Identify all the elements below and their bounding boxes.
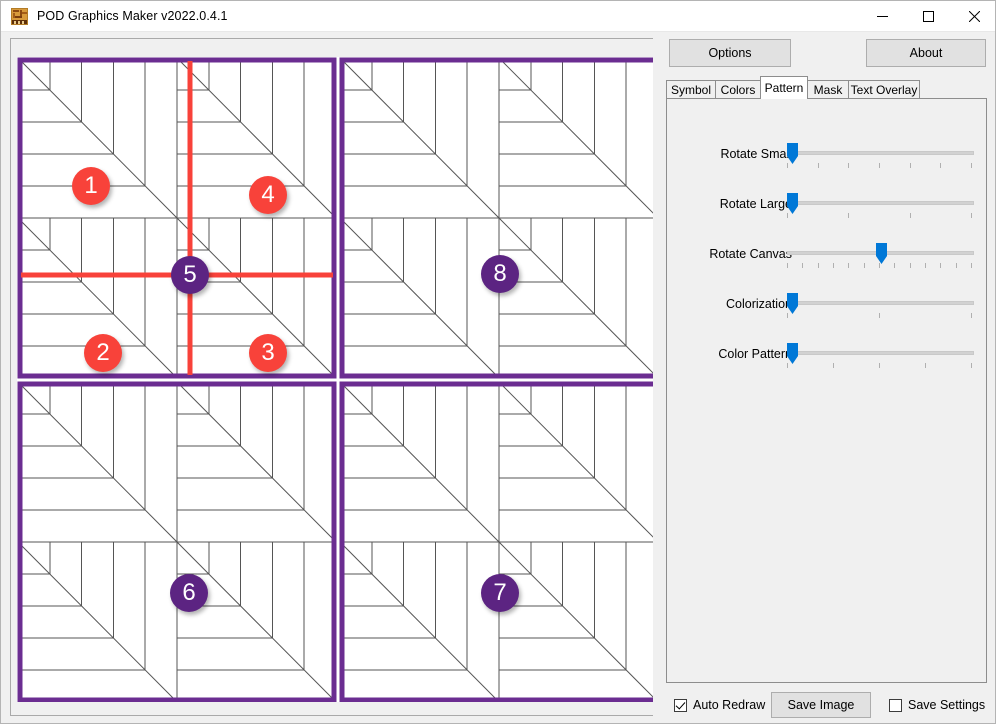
tab-pattern[interactable]: Pattern — [760, 76, 808, 99]
slider-ticks — [787, 163, 974, 169]
slider-rail — [787, 351, 974, 355]
pattern-marker-label: 5 — [183, 261, 196, 289]
slider-rotate-canvas[interactable] — [787, 241, 974, 281]
slider-label: Colorization — [726, 297, 792, 311]
save-image-button[interactable]: Save Image — [771, 692, 871, 718]
pattern-artwork — [17, 57, 653, 702]
tab-text-overlay[interactable]: Text Overlay — [848, 80, 920, 99]
tab-strip: Symbol Colors Pattern Mask Text Overlay — [666, 79, 987, 99]
slider-label: Color Pattern — [718, 347, 792, 361]
pattern-marker-5[interactable]: 5 — [171, 256, 209, 294]
minimize-icon[interactable] — [859, 1, 905, 31]
tab-label: Pattern — [765, 81, 804, 95]
slider-rail — [787, 151, 974, 155]
slider-rail — [787, 201, 974, 205]
app-pattern-icon — [11, 8, 28, 25]
save-settings-label: Save Settings — [908, 698, 985, 712]
slider-colorization[interactable] — [787, 291, 974, 331]
slider-ticks — [787, 313, 974, 319]
slider-label: Rotate Large — [720, 197, 792, 211]
controls-panel: Options About Symbol Colors Pattern Mask Tex… — [661, 34, 991, 719]
title-bar: POD Graphics Maker v2022.0.4.1 — [1, 1, 996, 32]
slider-row-colorization: Colorization — [667, 291, 988, 337]
slider-rotate-large[interactable] — [787, 191, 974, 231]
slider-thumb[interactable] — [787, 143, 798, 164]
pattern-marker-label: 8 — [493, 260, 506, 288]
pattern-marker-3[interactable]: 3 — [249, 334, 287, 372]
pattern-marker-label: 1 — [84, 172, 97, 200]
slider-thumb[interactable] — [787, 193, 798, 214]
artwork-canvas[interactable]: 1 2 3 4 5 6 7 8 — [17, 57, 653, 702]
pattern-marker-label: 3 — [261, 339, 274, 367]
tab-colors[interactable]: Colors — [715, 80, 761, 99]
slider-row-color-pattern: Color Pattern — [667, 341, 988, 387]
pattern-marker-label: 6 — [182, 579, 195, 607]
slider-color-pattern[interactable] — [787, 341, 974, 381]
slider-rail — [787, 301, 974, 305]
slider-thumb[interactable] — [787, 343, 798, 364]
tab-label: Text Overlay — [851, 83, 918, 97]
pattern-marker-7[interactable]: 7 — [481, 574, 519, 612]
options-button[interactable]: Options — [669, 39, 791, 67]
pattern-marker-4[interactable]: 4 — [249, 176, 287, 214]
pattern-marker-8[interactable]: 8 — [481, 255, 519, 293]
tab-label: Symbol — [671, 83, 711, 97]
slider-row-rotate-small: Rotate Small — [667, 141, 988, 187]
slider-thumb[interactable] — [787, 293, 798, 314]
about-button[interactable]: About — [866, 39, 986, 67]
pattern-marker-label: 7 — [493, 579, 506, 607]
slider-row-rotate-canvas: Rotate Canvas — [667, 241, 988, 287]
application-window: POD Graphics Maker v2022.0.4.1 12345678 … — [0, 0, 996, 724]
auto-redraw-checkbox[interactable]: Auto Redraw — [674, 698, 765, 712]
canvas-pane: 1 2 3 4 5 6 7 8 — [10, 38, 653, 716]
window-title: POD Graphics Maker v2022.0.4.1 — [37, 9, 228, 23]
tab-mask[interactable]: Mask — [807, 80, 849, 99]
pattern-marker-label: 2 — [96, 339, 109, 367]
slider-thumb[interactable] — [876, 243, 887, 264]
slider-ticks — [787, 213, 974, 219]
slider-label: Rotate Small — [720, 147, 792, 161]
pattern-marker-1[interactable]: 1 — [72, 167, 110, 205]
bottom-action-bar: Auto Redraw Save Image Save Settings — [666, 689, 991, 724]
maximize-icon[interactable] — [905, 1, 951, 31]
save-settings-checkbox[interactable]: Save Settings — [889, 698, 985, 712]
tab-label: Mask — [814, 83, 843, 97]
pattern-marker-2[interactable]: 2 — [84, 334, 122, 372]
pattern-marker-label: 4 — [261, 181, 274, 209]
slider-label: Rotate Canvas — [709, 247, 792, 261]
tab-label: Colors — [721, 83, 756, 97]
save-settings-checkbox-box — [889, 699, 902, 712]
slider-rotate-small[interactable] — [787, 141, 974, 181]
pattern-marker-6[interactable]: 6 — [170, 574, 208, 612]
auto-redraw-label: Auto Redraw — [693, 698, 765, 712]
slider-ticks — [787, 363, 974, 369]
slider-ticks — [787, 263, 974, 269]
close-icon[interactable] — [951, 1, 996, 31]
tab-panel-pattern: Rotate Small Rotate Large Rotate Canvas Col… — [666, 98, 987, 683]
auto-redraw-checkbox-box — [674, 699, 687, 712]
tab-symbol[interactable]: Symbol — [666, 80, 716, 99]
slider-row-rotate-large: Rotate Large — [667, 191, 988, 237]
